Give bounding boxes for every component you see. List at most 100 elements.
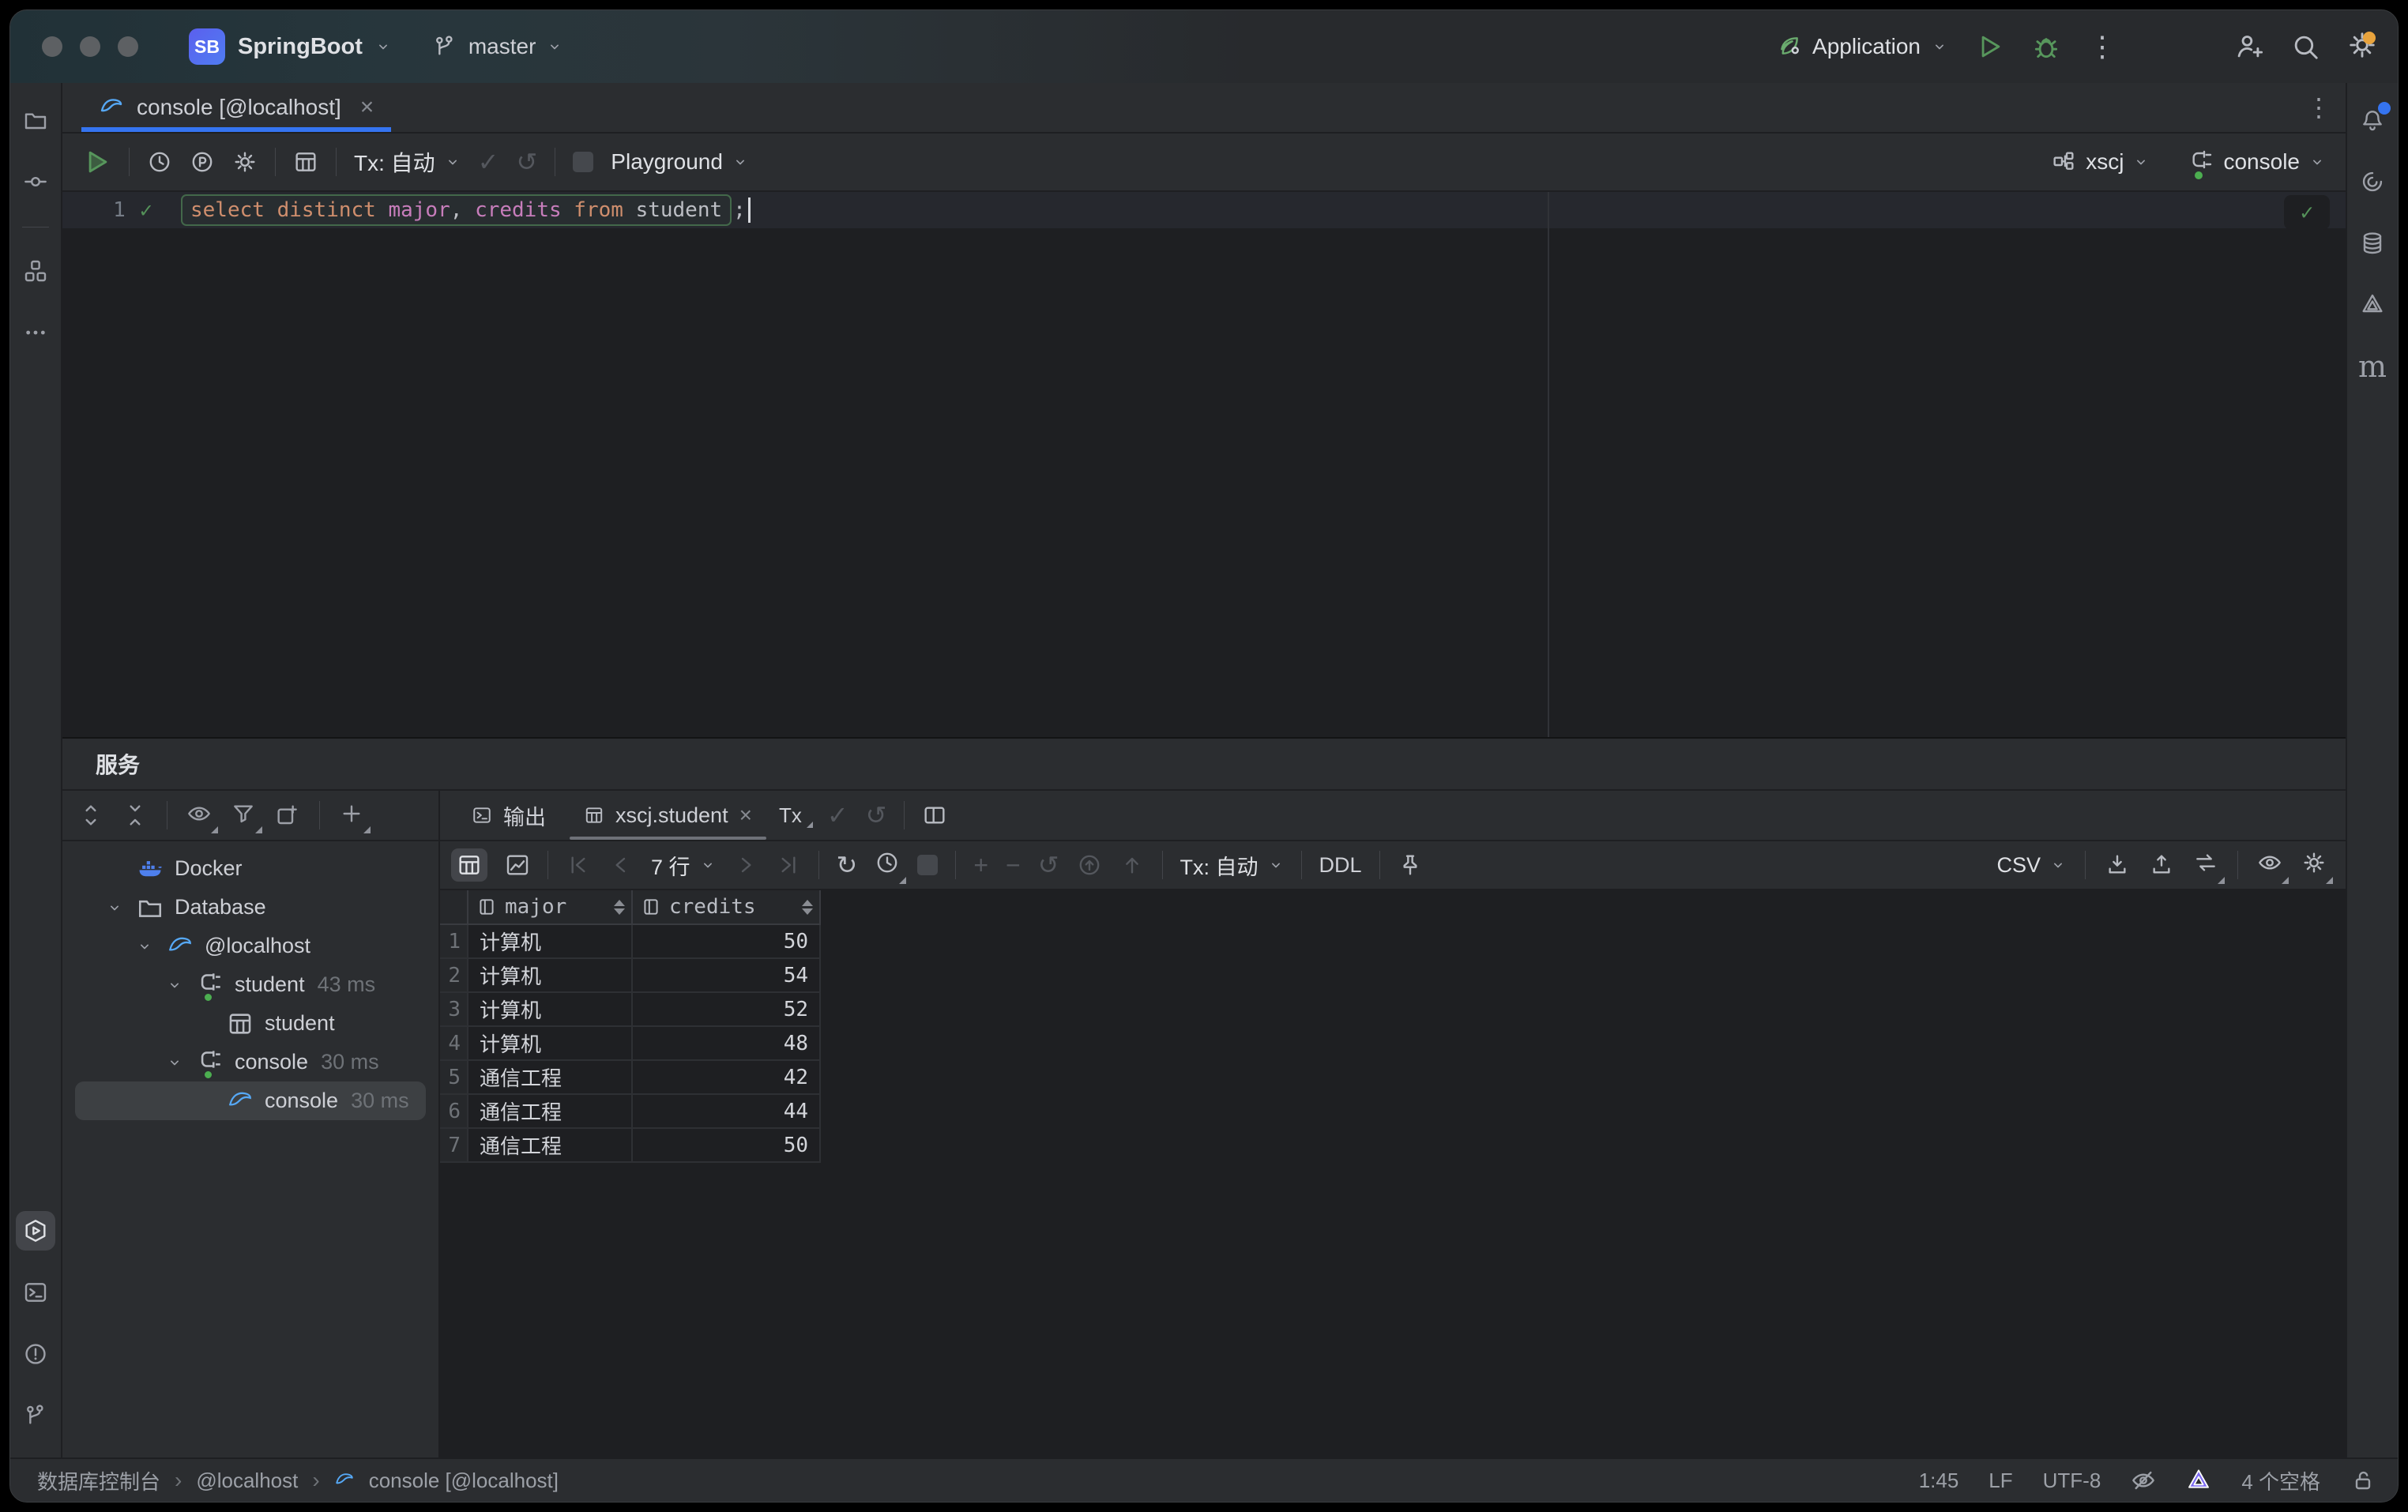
page-size-selector[interactable]: 7 行: [651, 850, 716, 881]
problems-tool-window-button[interactable]: [16, 1334, 55, 1374]
upload-changes-button[interactable]: [1119, 852, 1145, 878]
row-number-header[interactable]: [440, 890, 468, 925]
row-number[interactable]: 4: [440, 1027, 468, 1061]
tx-indicator[interactable]: Tx: [779, 803, 810, 828]
chevron-down-icon[interactable]: [167, 1055, 182, 1070]
row-number[interactable]: 2: [440, 959, 468, 993]
stop-refresh-button[interactable]: [917, 855, 938, 875]
plugin-status-icon[interactable]: [2186, 1468, 2211, 1493]
cell-major[interactable]: 通信工程: [468, 1095, 633, 1129]
console-settings-button[interactable]: [232, 149, 258, 175]
row-number[interactable]: 1: [440, 925, 468, 959]
notifications-button[interactable]: [2353, 100, 2392, 140]
encoding-widget[interactable]: UTF-8: [2043, 1469, 2101, 1493]
table-view-button[interactable]: [293, 149, 318, 175]
chevron-down-icon[interactable]: [167, 977, 182, 993]
caret-position-widget[interactable]: 1:45: [1919, 1469, 1959, 1493]
indent-widget[interactable]: 4 个空格: [2241, 1466, 2320, 1495]
cell-credits[interactable]: 52: [633, 993, 821, 1027]
close-tab-icon[interactable]: ×: [739, 803, 752, 828]
maximize-window-button[interactable]: [118, 36, 138, 57]
view-options-button[interactable]: [2257, 850, 2282, 881]
rollback-button[interactable]: ↺: [866, 803, 887, 828]
data-grid[interactable]: major credits 1 计算机 50: [440, 890, 2346, 1457]
chevron-down-icon[interactable]: [107, 900, 122, 916]
view-options-button[interactable]: [186, 801, 212, 830]
next-page-button[interactable]: [733, 852, 758, 878]
lock-open-icon[interactable]: [2350, 1468, 2376, 1493]
commit-button[interactable]: ✓: [478, 149, 499, 175]
column-header-major[interactable]: major: [468, 890, 633, 925]
split-view-button[interactable]: [922, 803, 947, 828]
filter-button[interactable]: [231, 801, 256, 830]
row-number[interactable]: 3: [440, 993, 468, 1027]
export-format-selector[interactable]: CSV: [1996, 853, 2066, 878]
last-page-button[interactable]: [776, 852, 801, 878]
terminal-tool-window-button[interactable]: [16, 1273, 55, 1312]
export-download-button[interactable]: [2105, 852, 2130, 878]
tree-item-docker[interactable]: Docker: [62, 849, 438, 888]
import-upload-button[interactable]: [2149, 852, 2174, 878]
cell-credits[interactable]: 54: [633, 959, 821, 993]
database-tool-window-button[interactable]: [2353, 224, 2392, 263]
cell-credits[interactable]: 50: [633, 1129, 821, 1163]
auto-refresh-button[interactable]: [875, 850, 900, 881]
window-controls[interactable]: [42, 36, 138, 57]
add-row-button[interactable]: +: [973, 852, 988, 878]
reload-data-button[interactable]: ↻: [837, 852, 858, 878]
tree-item-localhost[interactable]: @localhost: [62, 927, 438, 965]
services-tool-window-button[interactable]: [16, 1211, 55, 1251]
chevron-down-icon[interactable]: [137, 938, 152, 954]
cell-major[interactable]: 通信工程: [468, 1129, 633, 1163]
tree-item-console-session[interactable]: console 30 ms: [62, 1043, 438, 1081]
collapse-all-button[interactable]: [122, 803, 148, 828]
code-with-me-button[interactable]: [2233, 32, 2263, 62]
git-tool-window-button[interactable]: [16, 1396, 55, 1435]
cell-credits[interactable]: 48: [633, 1027, 821, 1061]
debug-button[interactable]: [2031, 32, 2061, 62]
pin-tab-button[interactable]: [1398, 852, 1423, 878]
services-panel-title[interactable]: 服务: [62, 739, 2346, 791]
line-ending-widget[interactable]: LF: [1988, 1469, 2012, 1493]
query-history-button[interactable]: [147, 149, 172, 175]
sort-toggle[interactable]: [614, 900, 625, 915]
breadcrumb-item[interactable]: @localhost: [196, 1469, 298, 1493]
structure-tool-window-button[interactable]: [16, 251, 55, 291]
grid-result-tab[interactable]: xscj.student ×: [565, 791, 771, 840]
schema-selector[interactable]: xscj: [2051, 149, 2149, 175]
close-window-button[interactable]: [42, 36, 62, 57]
row-number[interactable]: 7: [440, 1129, 468, 1163]
rollback-button[interactable]: ↺: [516, 149, 537, 175]
more-actions-button[interactable]: ⋮: [2088, 32, 2116, 61]
grid-tx-mode-selector[interactable]: Tx: 自动: [1180, 850, 1284, 881]
data-transfer-button[interactable]: [2193, 850, 2218, 881]
dependencies-tool-window-button[interactable]: [2353, 285, 2392, 325]
tree-item-database[interactable]: Database: [62, 888, 438, 927]
project-widget[interactable]: SB SpringBoot: [189, 28, 391, 65]
row-number[interactable]: 6: [440, 1095, 468, 1129]
cell-major[interactable]: 计算机: [468, 925, 633, 959]
cell-credits[interactable]: 42: [633, 1061, 821, 1095]
editor-gutter[interactable]: 1 ✓: [62, 198, 181, 223]
sort-toggle[interactable]: [802, 900, 813, 915]
breadcrumb[interactable]: 数据库控制台 › @localhost › console [@localhos…: [37, 1466, 559, 1495]
revert-changes-button[interactable]: ↺: [1038, 852, 1059, 878]
add-service-button[interactable]: [339, 801, 364, 830]
output-tab[interactable]: 输出: [453, 791, 565, 840]
delete-row-button[interactable]: −: [1006, 852, 1021, 878]
sql-editor[interactable]: 1 ✓ select distinct major, credits from …: [62, 192, 2346, 737]
tab-options-button[interactable]: ⋮: [2306, 95, 2331, 120]
playground-selector[interactable]: Playground: [611, 149, 748, 175]
tree-item-student-session[interactable]: student 43 ms: [62, 965, 438, 1004]
breadcrumb-item[interactable]: console [@localhost]: [369, 1469, 559, 1493]
chart-view-button[interactable]: [505, 852, 530, 878]
commit-tool-window-button[interactable]: [16, 162, 55, 201]
stop-button[interactable]: [573, 152, 593, 172]
cell-credits[interactable]: 50: [633, 925, 821, 959]
cell-major[interactable]: 计算机: [468, 993, 633, 1027]
vcs-branch-widget[interactable]: master: [432, 34, 563, 59]
tree-item-student-table[interactable]: student: [62, 1004, 438, 1043]
run-configuration-selector[interactable]: Application: [1776, 34, 1947, 59]
commit-button[interactable]: ✓: [827, 803, 848, 828]
more-tool-windows-button[interactable]: [16, 313, 55, 352]
